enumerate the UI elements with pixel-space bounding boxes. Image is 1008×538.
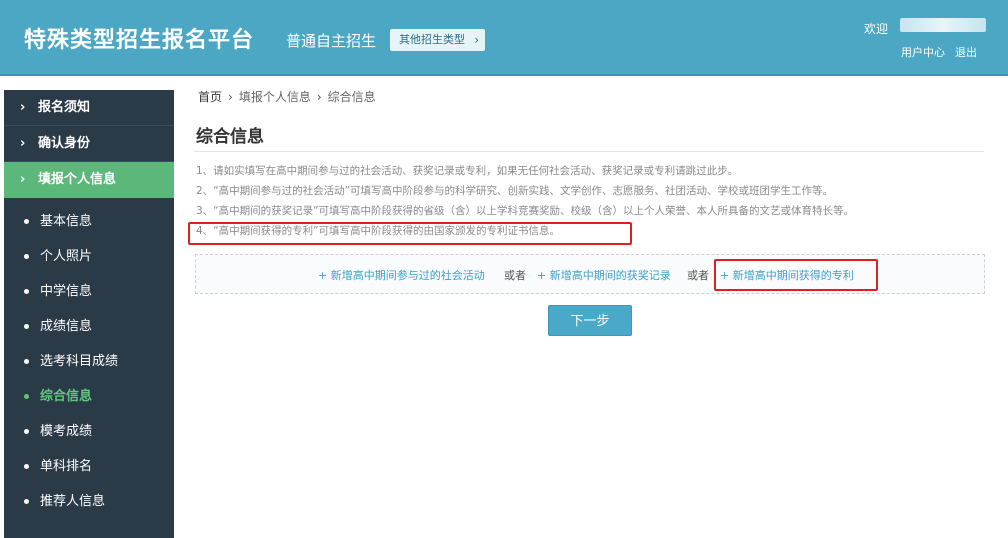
highlight-box-note-4 — [188, 222, 632, 245]
next-step-button[interactable]: 下一步 — [548, 305, 632, 336]
chevron-right-icon: › — [20, 100, 26, 115]
sidebar-item-label: 填报个人信息 — [38, 172, 117, 187]
sidebar-subitem-elective-scores[interactable]: 选考科目成绩 — [4, 344, 174, 379]
username-redacted — [900, 18, 986, 32]
sidebar-item-personal-info[interactable]: › 填报个人信息 — [4, 162, 174, 198]
other-types-label: 其他招生类型 — [399, 33, 465, 46]
logout-link[interactable]: 退出 — [955, 46, 977, 59]
sidebar-subitem-photo[interactable]: 个人照片 — [4, 239, 174, 274]
highlight-box-add-patent — [714, 259, 878, 291]
chevron-right-icon: › — [474, 33, 479, 47]
sidebar-subitem-school-info[interactable]: 中学信息 — [4, 274, 174, 309]
breadcrumb: 首页 › 填报个人信息 › 综合信息 — [198, 88, 376, 105]
breadcrumb-home[interactable]: 首页 — [198, 90, 222, 104]
note-line: 3、“高中期间的获奖记录”可填写高中阶段获得的省级（含）以上学科竞赛奖励、校级（… — [196, 205, 855, 217]
chevron-right-icon: › — [20, 136, 26, 151]
welcome-text: 欢迎 — [864, 22, 889, 36]
site-title: 特殊类型招生报名平台 — [24, 28, 255, 53]
sidebar-subitem-comprehensive-info[interactable]: 综合信息 — [4, 379, 174, 414]
or-text: 或者 — [504, 269, 526, 282]
page-title: 综合信息 — [196, 127, 264, 147]
sidebar: › 报名须知 › 确认身份 › 填报个人信息 基本信息 个人照片 中学信息 成绩信息 … — [4, 90, 174, 538]
add-award-link[interactable]: + 新增高中期间的获奖记录 — [537, 267, 671, 283]
breadcrumb-personal-info[interactable]: 填报个人信息 — [239, 90, 311, 104]
title-divider — [194, 151, 984, 152]
mode-title: 普通自主招生 — [286, 32, 377, 50]
sidebar-subitem-basic-info[interactable]: 基本信息 — [4, 204, 174, 239]
add-social-activity-link[interactable]: + 新增高中期间参与过的社会活动 — [318, 267, 485, 283]
sidebar-subitem-mock-exam[interactable]: 模考成绩 — [4, 414, 174, 449]
note-line: 2、“高中期间参与过的社会活动”可填写高中阶段参与的科学研究、创新实践、文学创作… — [196, 185, 834, 197]
breadcrumb-current: 综合信息 — [327, 90, 376, 104]
sidebar-subitem-scores[interactable]: 成绩信息 — [4, 309, 174, 344]
user-links: 用户中心 退出 — [901, 44, 977, 60]
breadcrumb-separator: › — [316, 90, 322, 104]
sidebar-subitem-subject-ranking[interactable]: 单科排名 — [4, 449, 174, 484]
sidebar-subitem-referee-info[interactable]: 推荐人信息 — [4, 484, 174, 519]
top-header: 特殊类型招生报名平台 普通自主招生 其他招生类型 › 欢迎 用户中心 退出 — [0, 0, 1008, 76]
sidebar-item-notice[interactable]: › 报名须知 — [4, 90, 174, 126]
chevron-right-icon: › — [20, 172, 26, 187]
sidebar-item-label: 报名须知 — [38, 100, 91, 115]
sidebar-item-label: 确认身份 — [38, 136, 91, 151]
other-types-button[interactable]: 其他招生类型 › — [390, 29, 485, 51]
sidebar-sub-list: 基本信息 个人照片 中学信息 成绩信息 选考科目成绩 综合信息 模考成绩 单科排… — [4, 198, 174, 519]
breadcrumb-separator: › — [228, 90, 233, 104]
sidebar-item-confirm-identity[interactable]: › 确认身份 — [4, 126, 174, 162]
or-text: 或者 — [687, 269, 709, 282]
user-center-link[interactable]: 用户中心 — [901, 46, 945, 59]
note-line: 1、请如实填写在高中期间参与过的社会活动、获奖记录或专利，如果无任何社会活动、获… — [196, 165, 739, 177]
